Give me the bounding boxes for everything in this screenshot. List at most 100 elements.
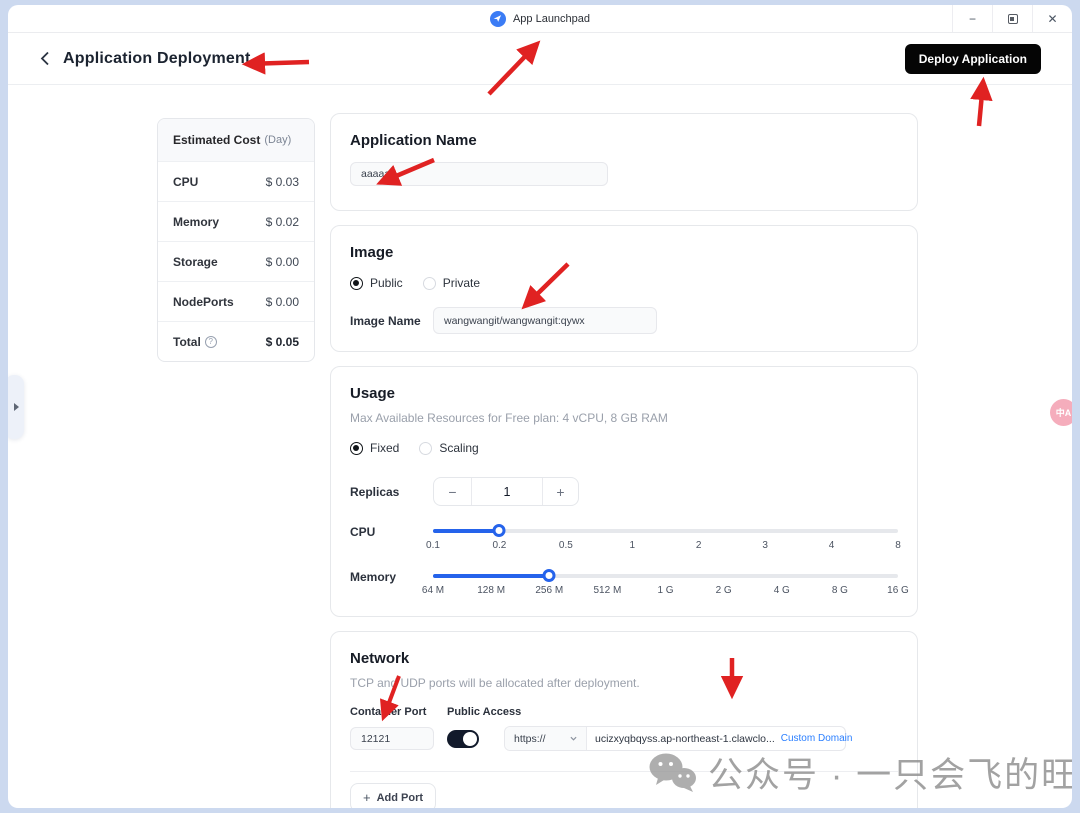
replicas-decrement-button[interactable]: −: [434, 478, 472, 505]
chevron-left-icon: [40, 51, 50, 66]
app-launchpad-icon: [490, 11, 506, 27]
minimize-icon: −: [969, 12, 976, 26]
minimize-button[interactable]: −: [952, 5, 992, 32]
sidebar-expand-handle[interactable]: [8, 375, 24, 439]
cost-row-total: Total ? $ 0.05: [158, 321, 314, 361]
application-name-input[interactable]: [350, 162, 608, 186]
public-address-box: https:// ucizxyqbqyss.ap-northeast-1.cla…: [504, 726, 846, 751]
total-value: $ 0.05: [266, 335, 299, 349]
replicas-increment-button[interactable]: +: [542, 478, 578, 505]
container-port-label: Container Port: [350, 706, 447, 718]
toggle-knob: [463, 732, 477, 746]
cpu-slider-handle[interactable]: [493, 524, 506, 537]
close-icon: ✕: [1047, 12, 1057, 26]
memory-slider-ticks: 64 M128 M256 M512 M1 G2 G4 G8 G16 G: [433, 585, 898, 599]
image-title: Image: [350, 244, 898, 261]
radio-scaling[interactable]: Scaling: [419, 441, 478, 455]
cost-row-value: $ 0.03: [266, 175, 299, 189]
help-icon[interactable]: ?: [205, 336, 217, 348]
page-header: Application Deployment Deploy Applicatio…: [8, 33, 1072, 85]
protocol-select[interactable]: https://: [505, 727, 587, 750]
cpu-slider-label: CPU: [350, 525, 433, 539]
cpu-slider-fill: [433, 529, 499, 533]
app-badge: App Launchpad: [490, 11, 590, 27]
tick-label: 2: [696, 540, 702, 551]
cost-row-cpu: CPU $ 0.03: [158, 161, 314, 201]
application-name-title: Application Name: [350, 132, 898, 149]
tick-label: 8: [895, 540, 901, 551]
radio-public[interactable]: Public: [350, 276, 403, 290]
image-name-label: Image Name: [350, 314, 433, 328]
replicas-value[interactable]: 1: [472, 478, 542, 505]
restore-icon: [1008, 14, 1018, 24]
tick-label: 0.2: [492, 540, 506, 551]
radio-private[interactable]: Private: [423, 276, 480, 290]
tick-label: 0.5: [559, 540, 573, 551]
radio-unselected-icon: [423, 277, 436, 290]
radio-fixed[interactable]: Fixed: [350, 441, 399, 455]
network-subtitle: TCP and UDP ports will be allocated afte…: [350, 676, 898, 690]
usage-mode-radios: Fixed Scaling: [350, 441, 898, 455]
memory-slider-track[interactable]: [433, 574, 898, 578]
tick-label: 1: [630, 540, 636, 551]
usage-subtitle: Max Available Resources for Free plan: 4…: [350, 411, 898, 425]
cpu-slider[interactable]: 0.10.20.512348: [433, 524, 898, 558]
cost-row-storage: Storage $ 0.00: [158, 241, 314, 281]
plus-icon: +: [363, 790, 371, 805]
close-button[interactable]: ✕: [1032, 5, 1072, 32]
deploy-application-button[interactable]: Deploy Application: [905, 44, 1041, 74]
image-visibility-radios: Public Private: [350, 276, 898, 290]
public-access-label: Public Access: [447, 706, 521, 718]
cost-row-label: Storage: [173, 255, 218, 269]
tick-label: 256 M: [535, 585, 563, 596]
radio-selected-icon: [350, 277, 363, 290]
tick-label: 3: [762, 540, 768, 551]
cost-panel-period: (Day): [264, 134, 291, 146]
radio-label: Public: [370, 276, 403, 290]
memory-slider[interactable]: 64 M128 M256 M512 M1 G2 G4 G8 G16 G: [433, 569, 898, 603]
domain-value: ucizxyqbqyss.ap-northeast-1.clawclo...: [595, 733, 775, 745]
translate-badge-icon[interactable]: 中A: [1050, 399, 1072, 426]
cost-row-memory: Memory $ 0.02: [158, 201, 314, 241]
restore-button[interactable]: [992, 5, 1032, 32]
custom-domain-link[interactable]: Custom Domain: [781, 733, 853, 744]
chevron-right-icon: [14, 403, 19, 411]
cost-row-nodeports: NodePorts $ 0.00: [158, 281, 314, 321]
usage-card: Usage Max Available Resources for Free p…: [330, 366, 918, 617]
memory-slider-fill: [433, 574, 549, 578]
tick-label: 8 G: [832, 585, 848, 596]
chevron-down-icon: [570, 736, 577, 741]
tick-label: 64 M: [422, 585, 444, 596]
app-window: App Launchpad − ✕ Application Deployment…: [8, 5, 1072, 808]
add-port-label: Add Port: [377, 792, 423, 804]
replicas-stepper: − 1 +: [433, 477, 579, 506]
cost-row-value: $ 0.00: [266, 255, 299, 269]
image-card: Image Public Private Image Name: [330, 225, 918, 352]
cost-row-label: NodePorts: [173, 295, 234, 309]
cost-row-label: CPU: [173, 175, 198, 189]
divider: [350, 771, 898, 772]
titlebar: App Launchpad − ✕: [8, 5, 1072, 33]
tick-label: 512 M: [593, 585, 621, 596]
page-title: Application Deployment: [63, 50, 251, 68]
tick-label: 16 G: [887, 585, 909, 596]
public-access-toggle[interactable]: [447, 730, 479, 748]
network-title: Network: [350, 650, 898, 667]
tick-label: 4: [829, 540, 835, 551]
image-name-input[interactable]: [433, 307, 657, 334]
replicas-label: Replicas: [350, 485, 433, 499]
tick-label: 128 M: [477, 585, 505, 596]
memory-slider-label: Memory: [350, 570, 433, 584]
add-port-button[interactable]: + Add Port: [350, 783, 436, 808]
cpu-slider-track[interactable]: [433, 529, 898, 533]
radio-unselected-icon: [419, 442, 432, 455]
window-title: App Launchpad: [513, 13, 590, 25]
network-card: Network TCP and UDP ports will be alloca…: [330, 631, 918, 808]
back-button[interactable]: [36, 50, 54, 68]
container-port-input[interactable]: [350, 727, 434, 750]
memory-slider-handle[interactable]: [543, 569, 556, 582]
tick-label: 1 G: [657, 585, 673, 596]
cost-panel-header: Estimated Cost (Day): [158, 119, 314, 161]
radio-label: Private: [443, 276, 480, 290]
tick-label: 2 G: [716, 585, 732, 596]
